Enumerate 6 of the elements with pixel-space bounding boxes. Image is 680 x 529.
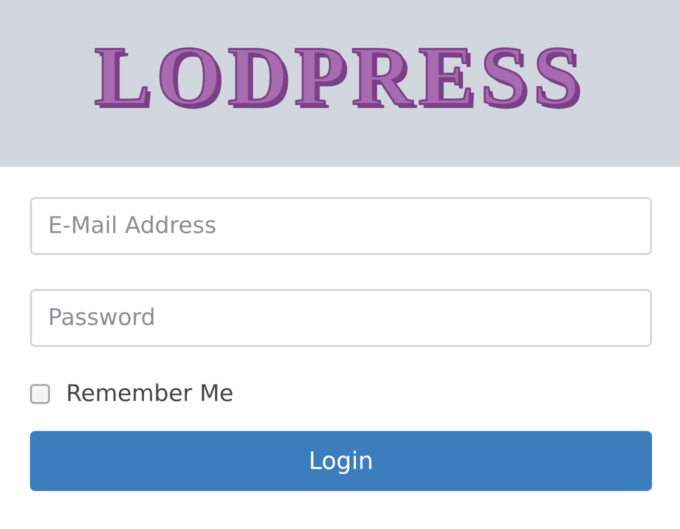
input-field[interactable]: E-Mail Address xyxy=(30,197,652,255)
logo-text: LODPRESS xyxy=(94,29,586,125)
input-field[interactable]: Password xyxy=(30,289,652,347)
remember-checkbox[interactable] xyxy=(30,384,50,404)
login-button[interactable]: Login xyxy=(30,431,652,491)
remember-label[interactable]: Remember Me xyxy=(66,381,234,407)
